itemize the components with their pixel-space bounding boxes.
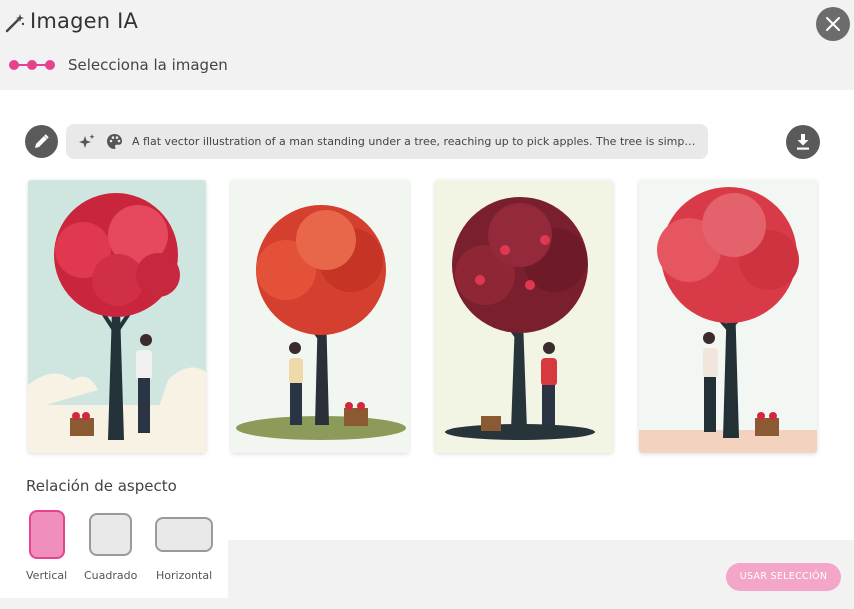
apple-tree-image-1[interactable] <box>28 180 206 453</box>
palette-icon <box>107 134 122 149</box>
close-button[interactable] <box>816 7 850 41</box>
download-icon <box>797 134 809 150</box>
prompt-text: A flat vector illustration of a man stan… <box>132 135 698 148</box>
use-selection-button[interactable]: USAR SELECCIÓN <box>726 563 841 591</box>
edit-prompt-button[interactable] <box>25 125 58 158</box>
aspect-option-label: Cuadrado <box>84 569 138 582</box>
prompt-bar[interactable]: A flat vector illustration of a man stan… <box>66 124 708 159</box>
step-indicator <box>9 60 55 70</box>
aspect-option-label: Vertical <box>26 569 68 582</box>
magic-wand-icon <box>5 14 25 33</box>
sparkle-icon <box>79 134 95 148</box>
aspect-ratio-label: Relación de aspecto <box>26 477 177 495</box>
close-icon <box>826 17 840 31</box>
vertical-ratio-box <box>29 510 65 559</box>
square-ratio-box <box>89 513 132 556</box>
aspect-option-vertical[interactable]: Vertical <box>20 505 75 585</box>
apple-tree-image-2[interactable] <box>231 180 409 453</box>
step-subtitle: Selecciona la imagen <box>68 56 228 74</box>
apple-tree-image-3[interactable] <box>435 180 613 453</box>
aspect-option-horizontal[interactable]: Horizontal <box>150 505 218 585</box>
horizontal-ratio-box <box>155 517 213 552</box>
apple-tree-image-4[interactable] <box>639 180 817 453</box>
aspect-option-square[interactable]: Cuadrado <box>82 505 142 585</box>
aspect-option-label: Horizontal <box>156 569 213 582</box>
download-button[interactable] <box>786 125 820 159</box>
modal-title: Imagen IA <box>30 9 139 33</box>
pencil-icon <box>35 134 49 148</box>
